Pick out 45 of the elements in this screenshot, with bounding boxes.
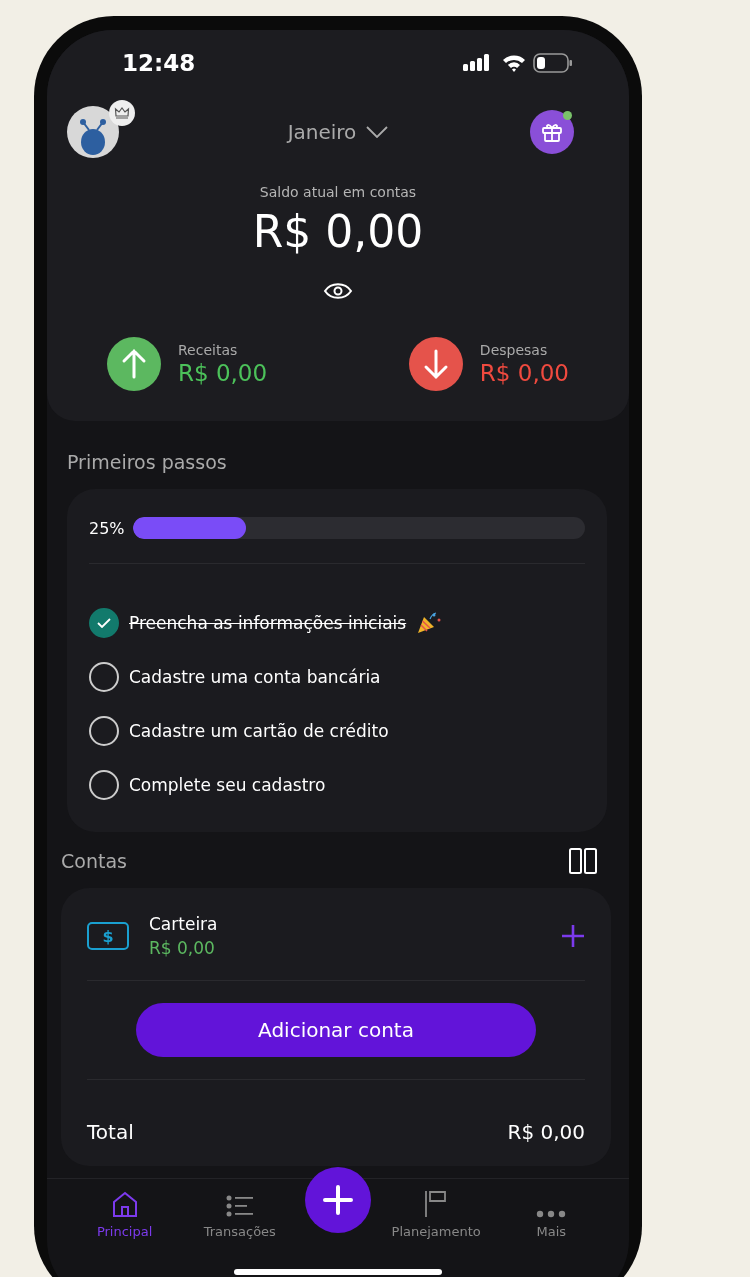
step-label: Cadastre uma conta bancária [129, 667, 381, 687]
eye-icon[interactable] [323, 281, 353, 301]
month-selector[interactable]: Janeiro [287, 120, 389, 144]
plus-icon[interactable] [561, 924, 585, 948]
account-name: Carteira [149, 914, 218, 934]
step-label: Complete seu cadastro [129, 775, 326, 795]
add-account-button[interactable]: Adicionar conta [136, 1003, 536, 1057]
step-checkbox[interactable] [89, 608, 119, 638]
party-popper-icon [416, 611, 443, 635]
balance-label: Saldo atual em contas [259, 184, 417, 200]
progress-label: 25% [89, 518, 125, 538]
wifi-icon [502, 54, 526, 72]
step-label: Cadastre um cartão de crédito [129, 721, 389, 741]
total-value: R$ 0,00 [507, 1120, 585, 1144]
arrow-up-icon [107, 337, 161, 391]
account-balance: R$ 0,00 [149, 938, 216, 958]
arrow-down-icon [408, 337, 463, 391]
nav-tab[interactable]: Mais [501, 1189, 602, 1239]
status-time: 12:48 [122, 50, 196, 76]
nav-tab[interactable]: Planejamento [386, 1189, 487, 1239]
section-title: Primeiros passos [67, 451, 228, 473]
chevron-down-icon [366, 126, 389, 138]
nav-tab[interactable]: Principal [74, 1189, 175, 1239]
check-icon [97, 618, 111, 628]
cash-icon: $ [87, 922, 129, 950]
nav-tab[interactable]: Transações [189, 1189, 290, 1239]
more-icon [536, 1210, 567, 1218]
section-title: Contas [61, 850, 127, 872]
battery-icon [533, 53, 573, 73]
summary-amount: R$ 0,00 [178, 360, 268, 386]
summary-label: Despesas [479, 342, 549, 358]
avatar-icon[interactable] [67, 106, 119, 158]
columns-icon[interactable] [569, 848, 597, 874]
summary-label: Receitas [178, 342, 239, 358]
plus-icon [322, 1185, 353, 1215]
notification-dot [563, 111, 572, 120]
summary-amount: R$ 0,00 [479, 360, 569, 386]
list-icon [225, 1194, 254, 1218]
balance-amount: R$ 0,00 [252, 206, 424, 257]
total-label: Total [87, 1120, 134, 1144]
step-label: Preencha as informações iniciais [129, 613, 407, 633]
home-icon [110, 1190, 139, 1218]
gift-button[interactable] [530, 110, 574, 154]
crown-badge-icon [109, 100, 135, 126]
flag-icon [424, 1190, 449, 1218]
